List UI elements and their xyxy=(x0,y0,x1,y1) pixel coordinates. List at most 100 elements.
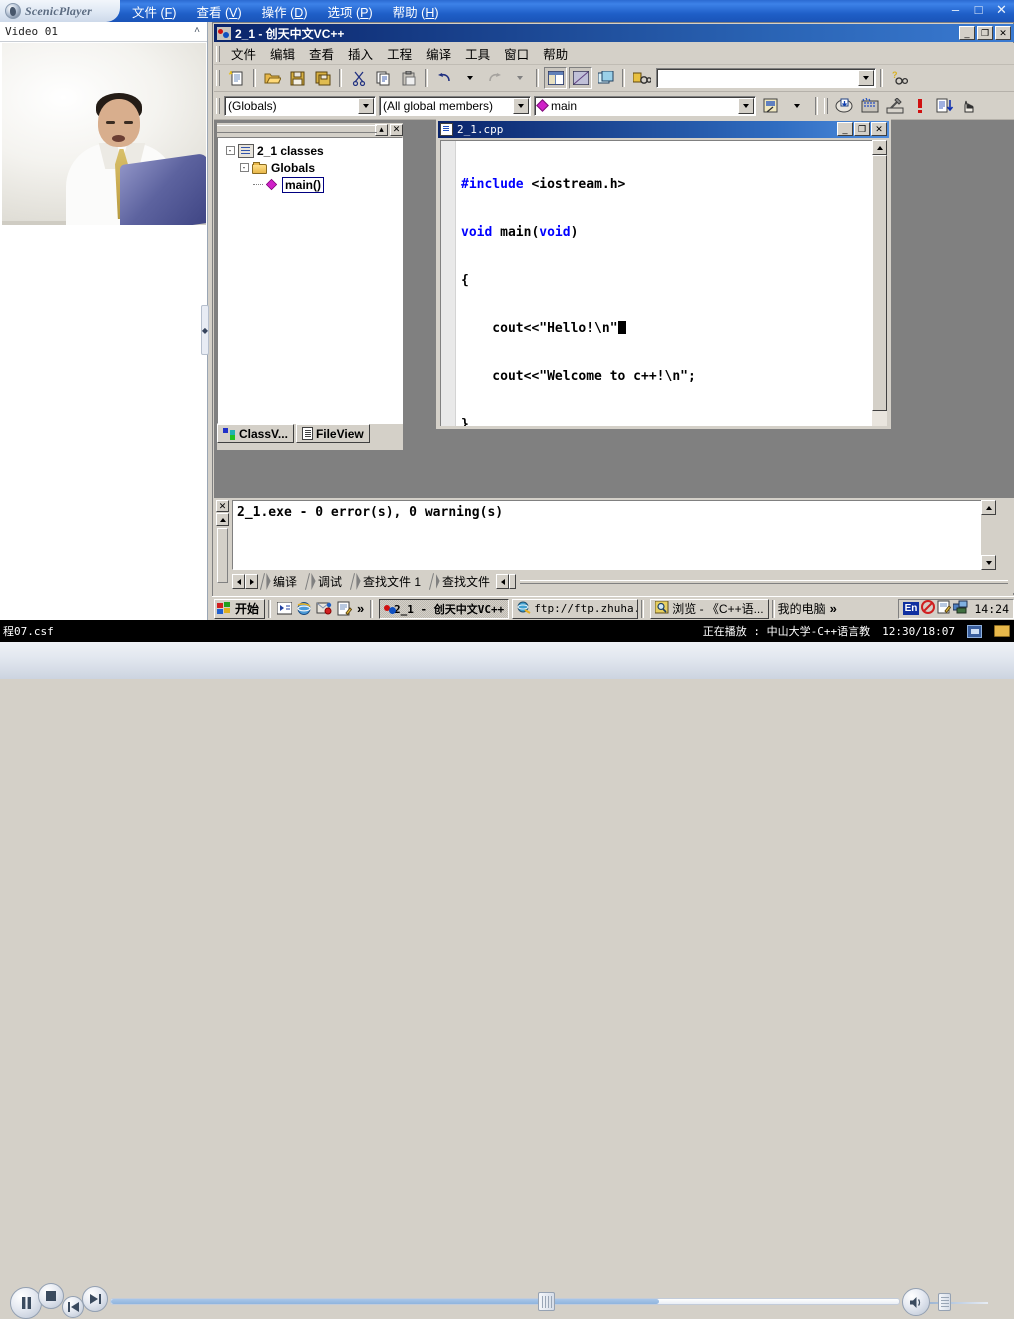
no-entry-icon[interactable] xyxy=(921,600,935,617)
paste-icon[interactable] xyxy=(397,67,420,89)
start-button[interactable]: 开始 xyxy=(214,599,265,619)
tab-fileview[interactable]: FileView xyxy=(296,424,370,443)
output-tabs-more-left[interactable] xyxy=(496,574,509,589)
undo-dropdown-icon[interactable] xyxy=(458,67,481,89)
output-scroll-track[interactable] xyxy=(981,515,996,555)
toolbar2-gripper[interactable] xyxy=(216,98,220,114)
player-menu-options[interactable]: 选项 (P) xyxy=(318,2,383,21)
class-view-tree[interactable]: - 2_1 classes - Globals main() xyxy=(217,137,403,424)
outlook-icon[interactable] xyxy=(315,600,333,618)
execute-icon[interactable] xyxy=(908,95,931,117)
menu-tools[interactable]: 工具 xyxy=(458,42,497,65)
show-desktop-icon[interactable] xyxy=(275,600,293,618)
save-icon[interactable] xyxy=(286,67,309,89)
tree-item-globals[interactable]: - Globals xyxy=(218,159,402,176)
cut-icon[interactable] xyxy=(347,67,370,89)
notepad-tray-icon[interactable] xyxy=(937,600,951,617)
next-button[interactable] xyxy=(82,1286,108,1312)
workspace-grip[interactable] xyxy=(217,125,377,133)
build-icon[interactable] xyxy=(858,95,881,117)
stop-build-icon[interactable] xyxy=(883,95,906,117)
output-scroll-down[interactable] xyxy=(981,555,996,570)
taskbar-item-browse[interactable]: 浏览 - 《C++语... xyxy=(650,599,768,619)
player-close-button[interactable]: ✕ xyxy=(995,3,1008,16)
network-icon[interactable] xyxy=(953,600,968,617)
output-vertical-scrollbar[interactable] xyxy=(981,500,996,570)
workspace-icon[interactable] xyxy=(544,67,567,89)
chevron-up-icon[interactable]: ˄ xyxy=(194,25,200,36)
compile-icon[interactable] xyxy=(833,95,856,117)
previous-button[interactable] xyxy=(62,1296,84,1318)
members-combo-arrow[interactable] xyxy=(513,98,529,114)
taskbar-clock[interactable]: 14:24 xyxy=(974,602,1009,616)
vcpp-minimize-button[interactable]: _ xyxy=(959,26,975,40)
player-folder-icon[interactable] xyxy=(994,625,1010,637)
selection-margin[interactable] xyxy=(441,141,456,426)
scope-combo[interactable]: (Globals) xyxy=(224,96,376,116)
build-toolbar-gripper[interactable] xyxy=(824,98,828,114)
menubar-gripper[interactable] xyxy=(216,46,220,62)
output-side-track[interactable] xyxy=(217,528,228,583)
taskbar-item-vcpp[interactable]: 2_1 - 创天中文VC++ xyxy=(379,599,509,619)
members-combo[interactable]: (All global members) xyxy=(379,96,531,116)
toolbar1-gripper[interactable] xyxy=(216,70,220,86)
panel-splitter-handle[interactable]: ◆ xyxy=(201,305,209,355)
player-menu-operate[interactable]: 操作 (D) xyxy=(252,2,318,21)
output-scroll-up[interactable] xyxy=(981,500,996,515)
find-in-files-icon[interactable] xyxy=(630,67,653,89)
undo-icon[interactable] xyxy=(433,67,456,89)
menu-build[interactable]: 编译 xyxy=(419,42,458,65)
insert-breakpoint-icon[interactable] xyxy=(958,95,981,117)
code-editor[interactable]: #include <iostream.h> void main(void) { … xyxy=(440,140,874,426)
output-tab-build[interactable]: 编译 xyxy=(267,573,303,590)
scroll-track[interactable] xyxy=(872,155,887,426)
expander-minus-icon[interactable]: - xyxy=(236,159,252,176)
player-menu-file[interactable]: 文件 (F) xyxy=(122,2,186,21)
scope-combo-arrow[interactable] xyxy=(358,98,374,114)
pause-button[interactable] xyxy=(10,1287,42,1319)
player-screen-icon[interactable] xyxy=(967,625,982,638)
bookmark-icon[interactable] xyxy=(760,95,783,117)
menu-edit[interactable]: 编辑 xyxy=(263,42,302,65)
internet-explorer-icon[interactable] xyxy=(295,600,313,618)
workspace-close-button[interactable]: ✕ xyxy=(390,124,403,136)
editor-maximize-button[interactable]: ❐ xyxy=(854,122,870,136)
symbol-combo[interactable]: main xyxy=(534,96,756,116)
editor-close-button[interactable]: ✕ xyxy=(871,122,887,136)
player-menu-view[interactable]: 查看 (V) xyxy=(186,2,251,21)
taskbar-toolbar-label[interactable]: 我的电脑 xyxy=(778,600,826,617)
symbol-combo-arrow[interactable] xyxy=(738,98,754,114)
output-tab-debug[interactable]: 调试 xyxy=(312,573,348,590)
scroll-thumb[interactable] xyxy=(872,155,887,411)
vcpp-restore-button[interactable]: ❐ xyxy=(977,26,993,40)
output-close-button[interactable]: ✕ xyxy=(216,500,229,512)
window-list-icon[interactable] xyxy=(594,67,617,89)
taskbar-item-ftp[interactable]: ftp://ftp.zhuha... xyxy=(512,599,638,619)
editor-vertical-scrollbar[interactable] xyxy=(872,140,887,426)
output-tab-find2[interactable]: 查找文件 xyxy=(436,573,496,590)
output-scroll-up-button[interactable] xyxy=(216,513,229,526)
expander-minus-icon[interactable]: - xyxy=(222,142,238,159)
copy-icon[interactable] xyxy=(372,67,395,89)
seek-bar-thumb[interactable] xyxy=(538,1292,555,1311)
open-file-icon[interactable] xyxy=(261,67,284,89)
tree-item-main[interactable]: main() xyxy=(218,176,402,193)
editor-minimize-button[interactable]: _ xyxy=(837,122,853,136)
output-icon[interactable] xyxy=(569,67,592,89)
seek-bar-track[interactable] xyxy=(110,1298,900,1305)
vcpp-close-button[interactable]: ✕ xyxy=(995,26,1011,40)
player-maximize-button[interactable]: □ xyxy=(972,3,985,16)
go-icon[interactable] xyxy=(933,95,956,117)
player-menu-help[interactable]: 帮助 (H) xyxy=(383,2,449,21)
menu-help[interactable]: 帮助 xyxy=(536,42,575,65)
menu-file[interactable]: 文件 xyxy=(224,42,263,65)
volume-thumb[interactable] xyxy=(938,1293,951,1311)
output-tabs-scroll-left[interactable] xyxy=(232,574,245,589)
save-all-icon[interactable] xyxy=(311,67,334,89)
quicklaunch-overflow-icon[interactable]: » xyxy=(357,601,364,616)
output-text-area[interactable]: 2_1.exe - 0 error(s), 0 warning(s) xyxy=(232,500,994,570)
redo-icon[interactable] xyxy=(483,67,506,89)
taskbar-toolbar-overflow-icon[interactable]: » xyxy=(830,601,837,616)
find-help-icon[interactable]: ? xyxy=(888,67,911,89)
tab-classview[interactable]: ClassV... xyxy=(217,424,294,443)
